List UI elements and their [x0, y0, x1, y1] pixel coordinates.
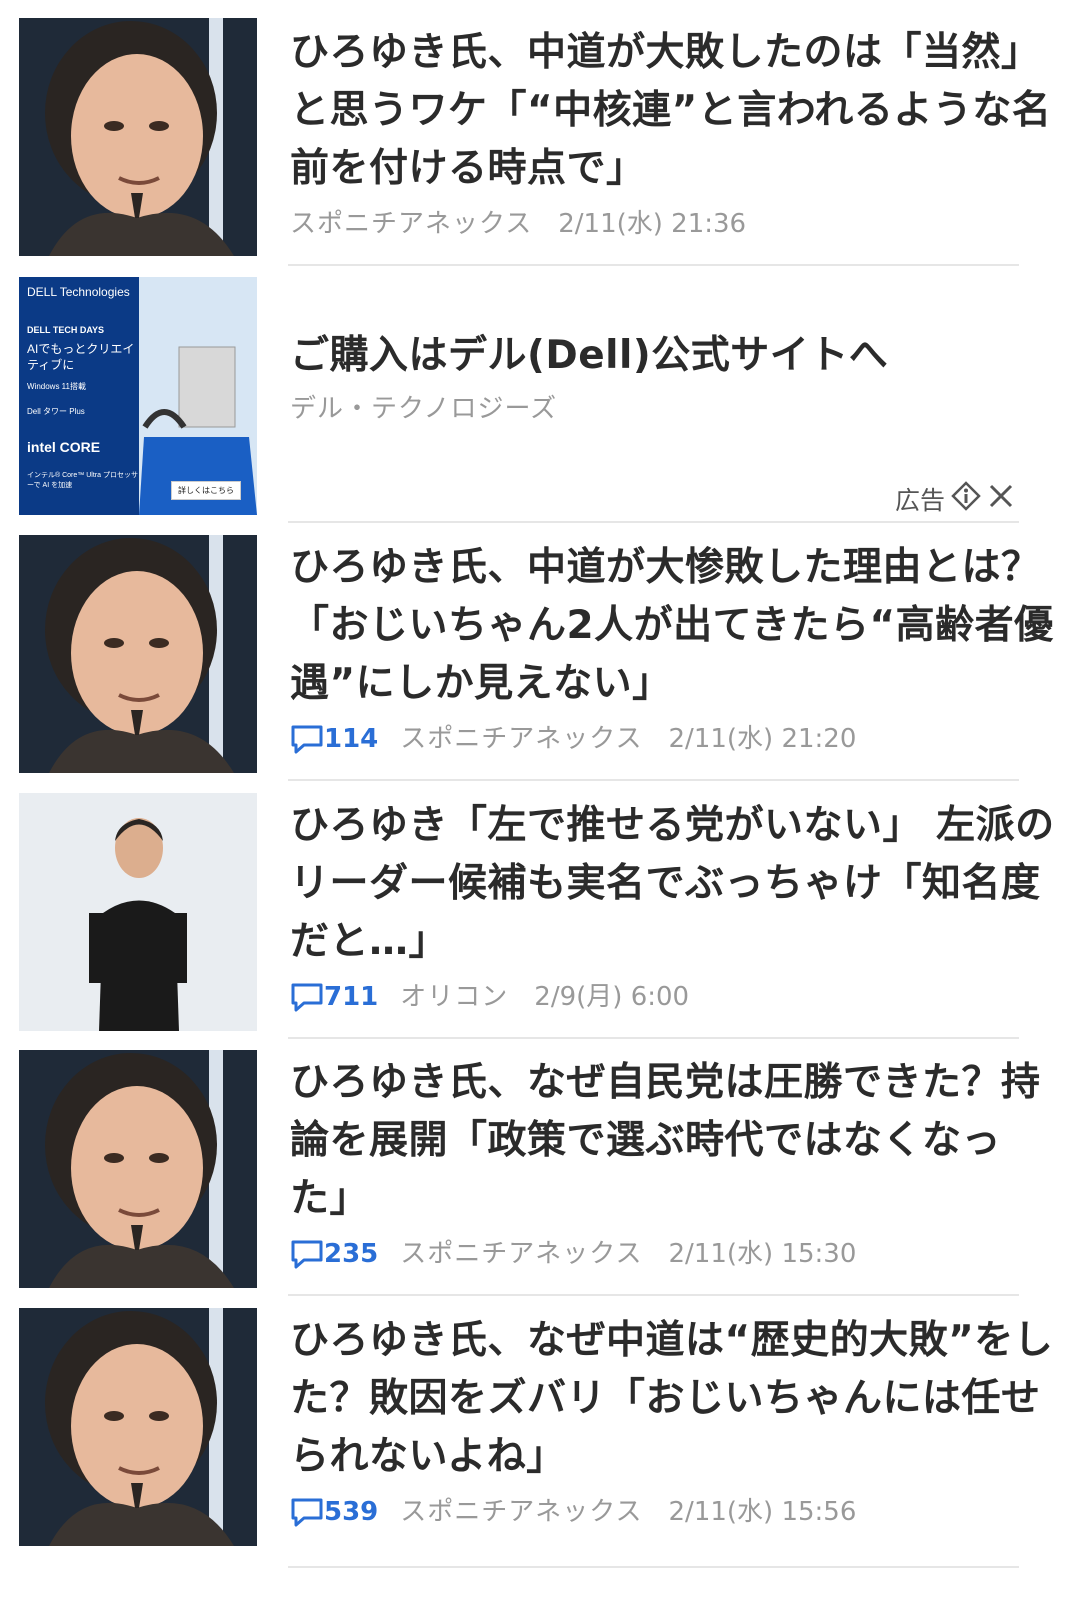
divider	[288, 264, 1019, 266]
ad-chip: intel CORE	[27, 439, 101, 455]
article-thumbnail	[19, 1308, 257, 1546]
article-time: 2/11(水) 15:56	[668, 1497, 857, 1527]
article-title[interactable]: ひろゆき氏、中道が大惨敗した理由とは？「おじいちゃん2人が出てきたら“高齢者優遇…	[290, 539, 1059, 713]
article-source: スポニチアネックス	[400, 724, 643, 754]
article-title[interactable]: ひろゆき氏、なぜ中道は“歴史的大敗”をした？敗因をズバリ「おじいちゃんには任せら…	[290, 1312, 1059, 1486]
ad-cta-button[interactable]: 詳しくはこちら	[171, 481, 241, 500]
comment-icon	[291, 725, 323, 754]
ad-os: Windows 11搭載	[27, 382, 86, 391]
article-time: 2/11(水) 15:30	[668, 1239, 857, 1269]
ad-brand: DELL Technologies	[27, 285, 130, 299]
article-meta: 235 スポニチアネックス 2/11(水) 15:30	[290, 1236, 1059, 1272]
article-meta: スポニチアネックス 2/11(水) 21:36	[290, 206, 1059, 242]
divider	[288, 521, 1019, 523]
divider	[288, 1037, 1019, 1039]
comment-count[interactable]: 114	[290, 721, 378, 757]
ad-label: 広告	[894, 486, 945, 515]
comment-icon	[291, 1498, 323, 1527]
ad-headline: AIでもっとクリエイティブに	[27, 342, 135, 372]
ad-title[interactable]: ご購入はデル(Dell)公式サイトへ	[290, 327, 1059, 385]
comment-count[interactable]: 711	[290, 979, 378, 1015]
article-thumbnail	[19, 1050, 257, 1288]
article-time: 2/9(月) 6:00	[534, 982, 690, 1012]
article-source: スポニチアネックス	[290, 209, 533, 239]
article-time: 2/11(水) 21:36	[558, 209, 747, 239]
ad-info-icon[interactable]	[951, 481, 981, 517]
ad-sponsor: デル・テクノロジーズ	[290, 394, 558, 424]
ad-event: DELL TECH DAYS	[27, 325, 105, 335]
ad-product: Dell タワー Plus	[27, 407, 85, 416]
divider	[288, 1294, 1019, 1296]
divider	[288, 779, 1019, 781]
comment-count-value: 114	[324, 724, 379, 754]
article-thumbnail	[19, 793, 257, 1031]
article-meta: 114 スポニチアネックス 2/11(水) 21:20	[290, 721, 1059, 757]
ad-banner[interactable]: DELL Technologies DELL TECH DAYS AIでもっとク…	[19, 277, 257, 515]
article-title[interactable]: ひろゆき「左で推せる党がいない」 左派のリーダー候補も実名でぶっちゃけ「知名度だ…	[290, 797, 1059, 971]
article-source: オリコン	[400, 982, 509, 1012]
article-thumbnail	[19, 535, 257, 773]
comment-icon	[291, 1240, 323, 1269]
article-source: スポニチアネックス	[400, 1497, 643, 1527]
ad-label-group: 広告	[895, 481, 1015, 517]
close-icon[interactable]	[987, 482, 1015, 516]
comment-icon	[291, 983, 323, 1012]
article-title[interactable]: ひろゆき氏、中道が大敗したのは「当然」と思うワケ「“中核連”と言われるような名前…	[290, 24, 1059, 198]
article-title[interactable]: ひろゆき氏、なぜ自民党は圧勝できた？持論を展開「政策で選ぶ時代ではなくなった」	[290, 1054, 1059, 1228]
article-thumbnail	[19, 18, 257, 256]
divider	[288, 1566, 1019, 1568]
comment-count-value: 711	[324, 982, 379, 1012]
ad-meta: デル・テクノロジーズ	[290, 391, 1059, 427]
article-source: スポニチアネックス	[400, 1239, 643, 1269]
comment-count-value: 539	[324, 1497, 379, 1527]
article-time: 2/11(水) 21:20	[668, 724, 857, 754]
comment-count-value: 235	[324, 1239, 379, 1269]
article-meta: 711 オリコン 2/9(月) 6:00	[290, 979, 1059, 1015]
comment-count[interactable]: 539	[290, 1494, 378, 1530]
comment-count[interactable]: 235	[290, 1236, 378, 1272]
ad-chip-note: インテル® Core™ Ultra プロセッサーで AI を加速	[27, 472, 138, 489]
article-meta: 539 スポニチアネックス 2/11(水) 15:56	[290, 1494, 1059, 1530]
